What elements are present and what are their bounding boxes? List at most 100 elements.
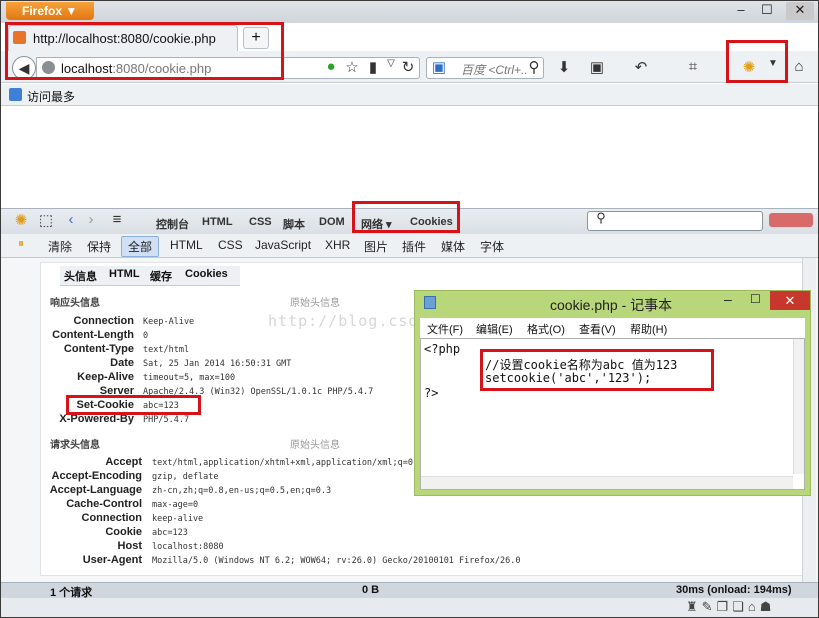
notepad-vscroll[interactable] [793,339,804,474]
req-header-value: localhost:8080 [152,542,224,552]
req-header-value: max-age=0 [152,500,199,510]
tab-css[interactable]: CSS [249,216,272,228]
tab-console[interactable]: 控制台 [156,216,189,232]
req-header-name: Cookie [105,526,142,538]
resp-header-value: text/html [143,345,190,355]
bookmark-most-visited[interactable]: 访问最多 [27,90,75,104]
firebug-search-input[interactable] [587,211,763,231]
response-headers-title: 响应头信息 [50,298,100,309]
bookmark-star-icon[interactable]: ☆ [341,58,363,76]
clear-button[interactable]: 清除 [48,238,72,255]
download-icon[interactable]: ⬇ [553,58,575,76]
firefox-menu-button[interactable]: Firefox ▼ [6,2,94,20]
notepad-title: cookie.php - 记事本 [550,297,673,313]
annotation-firebug-box [726,40,788,83]
annotation-net-cookies-box [352,201,460,233]
next-icon[interactable]: › [80,211,102,228]
req-tab-cache[interactable]: 缓存 [150,268,172,284]
req-header-name: Accept [105,456,142,468]
menu-lines-icon[interactable]: ≡ [106,211,128,228]
request-headers-title: 请求头信息 [50,440,100,451]
annotation-url-box [5,22,284,80]
notepad-hscroll[interactable] [421,476,793,489]
firebug-window-controls[interactable] [769,213,813,227]
resp-header-name: Keep-Alive [77,371,134,383]
annotation-code-box [480,349,714,391]
req-header-value: abc=123 [152,528,188,538]
inspect-icon[interactable]: ⬚ [35,211,57,229]
resp-header-name: Content-Type [63,343,134,355]
req-header-value: text/html,application/xhtml+xml,applicat… [152,458,413,468]
req-header-name: User-Agent [82,554,142,566]
notepad-menu-file[interactable]: 文件(F) [427,321,463,337]
firebug-search-icon: ⚲ [596,210,606,225]
req-header-name: Cache-Control [66,498,142,510]
resp-header-value: PHP/5.4.7 [143,415,190,425]
notepad-menu-format[interactable]: 格式(O) [527,321,565,337]
notepad-menu-view[interactable]: 查看(V) [579,321,616,337]
notepad-menu-edit[interactable]: 编辑(E) [476,321,513,337]
tab-dom[interactable]: DOM [319,216,345,228]
minimize-button[interactable]: – [728,2,754,20]
req-tab-cookies[interactable]: Cookies [185,268,228,280]
screenshot-icon[interactable]: ▣ [586,58,608,76]
addon-icons[interactable]: ♜✎❐❏⌂☗ [686,599,775,615]
code-line-php-open: <?php [424,342,461,356]
notepad-minimize-button[interactable]: – [724,291,732,307]
bookmarks-bar: 访问最多 [1,84,818,106]
search-icon[interactable]: ⚲ [523,58,545,76]
resp-header-value: 0 [143,331,149,341]
home-icon[interactable]: ⌂ [788,58,810,75]
req-header-name: Host [117,540,142,552]
resp-header-name: Connection [73,315,135,327]
filter-css[interactable]: CSS [218,238,243,252]
notepad-maximize-button[interactable]: ☐ [750,292,761,306]
req-header-name: Connection [81,512,143,524]
req-header-name: Accept-Encoding [51,470,142,482]
load-time: 30ms (onload: 194ms) [676,584,792,596]
annotation-set-cookie-box [66,395,201,415]
firebug-logo-icon[interactable]: ✺ [10,211,32,229]
pause-icon[interactable]: ⏸ [10,236,32,251]
req-header-value: keep-alive [152,514,204,524]
resp-header-name: Date [110,357,134,369]
filter-plugins[interactable]: 插件 [402,238,426,255]
resp-header-name: Content-Length [52,329,134,341]
prev-icon[interactable]: ‹ [60,211,82,228]
filter-all[interactable]: 全部 [121,236,160,257]
undo-icon[interactable]: ↶ [630,58,652,76]
search-engine-icon[interactable]: ▣ [428,58,450,76]
crop-icon[interactable]: ⌗ [682,58,704,75]
req-header-name: Accept-Language [49,484,142,496]
filter-images[interactable]: 图片 [364,238,388,255]
go-icon[interactable]: ● [320,58,342,75]
maximize-button[interactable]: ☐ [754,2,780,20]
notepad-menu-help[interactable]: 帮助(H) [630,321,667,337]
req-tab-headers[interactable]: 头信息 [64,268,97,284]
persist-button[interactable]: 保持 [87,238,111,255]
tab-script[interactable]: 脚本 [283,216,305,232]
filter-media[interactable]: 媒体 [441,238,465,255]
filter-javascript[interactable]: JavaScript [255,238,311,252]
request-raw-headers-link[interactable]: 原始头信息 [290,436,340,451]
req-header-value: gzip, deflate [152,472,219,482]
title-bar [1,1,818,23]
reload-icon[interactable]: ↻ [397,58,419,76]
close-button[interactable]: ✕ [786,2,814,20]
resp-header-value: Sat, 25 Jan 2014 16:50:31 GMT [143,359,292,369]
req-header-value: zh-cn,zh;q=0.8,en-us;q=0.5,en;q=0.3 [152,486,332,496]
filter-fonts[interactable]: 字体 [480,238,504,255]
req-header-value: Mozilla/5.0 (Windows NT 6.2; WOW64; rv:2… [152,556,521,566]
bookmark-folder-icon [9,88,22,101]
resp-header-value: timeout=5, max=100 [143,373,236,383]
response-raw-headers-link[interactable]: 原始头信息 [290,294,340,309]
tab-html[interactable]: HTML [202,216,233,228]
req-tab-html[interactable]: HTML [109,268,140,280]
page-content [1,107,818,208]
filter-xhr[interactable]: XHR [325,238,350,252]
notepad-app-icon [424,296,436,309]
resp-header-value: Keep-Alive [143,317,195,327]
total-size: 0 B [362,584,380,596]
filter-html[interactable]: HTML [170,238,203,252]
notepad-close-button[interactable]: ✕ [770,291,810,310]
